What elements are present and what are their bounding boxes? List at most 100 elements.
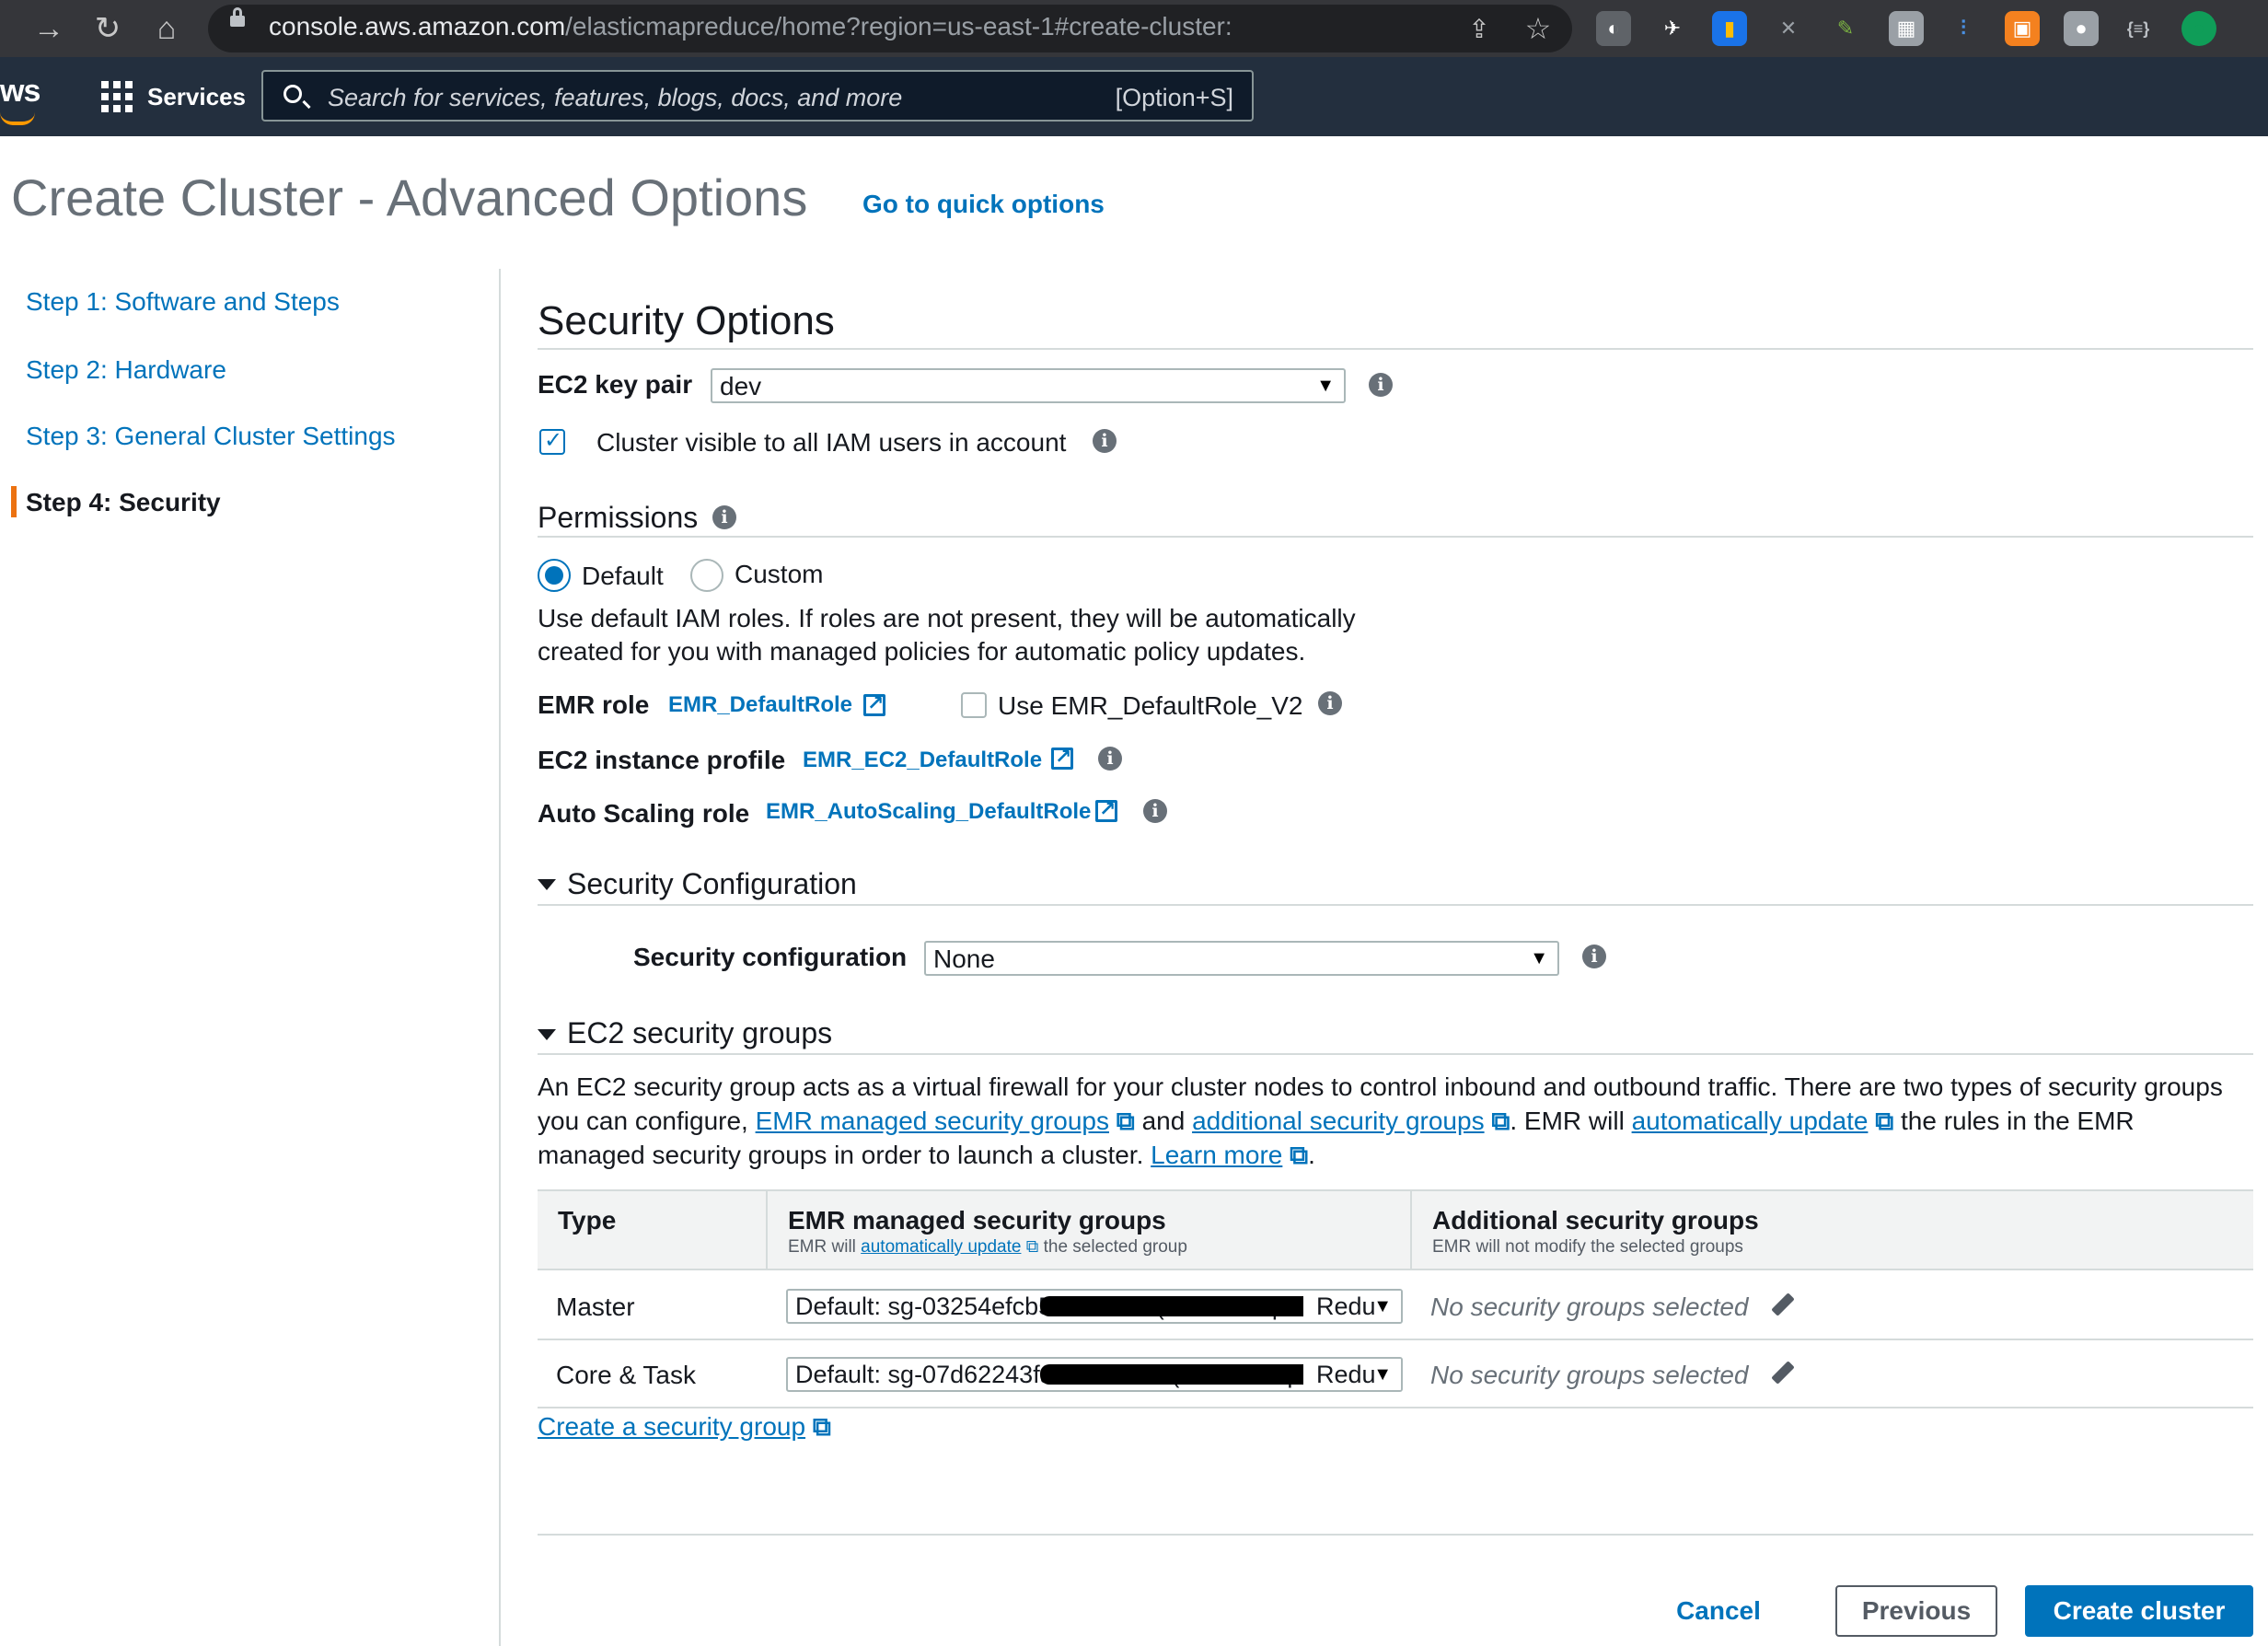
col-type-header: Type bbox=[558, 1206, 617, 1234]
divider bbox=[538, 904, 2253, 906]
create-sg-text[interactable]: Create a security group bbox=[538, 1412, 805, 1441]
ec2-key-pair-value: dev bbox=[720, 372, 762, 400]
quick-options-link[interactable]: Go to quick options bbox=[862, 190, 1105, 219]
external-link-icon[interactable]: ⧉ bbox=[1117, 1107, 1135, 1135]
para-text: the rules in the EMR bbox=[1900, 1107, 2135, 1135]
use-v2-label: Use EMR_DefaultRole_V2 bbox=[998, 691, 1303, 720]
security-configuration-select[interactable]: None ▼ bbox=[924, 941, 1559, 976]
search-input[interactable]: Search for services, features, blogs, do… bbox=[261, 70, 1254, 122]
extension-icon[interactable]: ▣ bbox=[2005, 11, 2040, 46]
create-security-group-link[interactable]: Create a security group ⧉ bbox=[538, 1412, 831, 1443]
divider bbox=[538, 1339, 2253, 1340]
cluster-visible-checkbox[interactable] bbox=[539, 427, 565, 455]
external-link-icon[interactable]: ⧉ bbox=[1491, 1107, 1510, 1135]
para-text: you can configure, bbox=[538, 1107, 748, 1135]
external-link-icon[interactable]: ⧉ bbox=[1026, 1237, 1039, 1257]
redaction-mark bbox=[1040, 1296, 1314, 1316]
create-cluster-button[interactable]: Create cluster bbox=[2025, 1585, 2253, 1637]
chevron-down-icon: ▼ bbox=[1373, 1364, 1392, 1385]
use-v2-checkbox[interactable] bbox=[961, 692, 987, 718]
redaction-mark bbox=[1040, 1364, 1314, 1385]
ec2-key-pair-select[interactable]: dev ▼ bbox=[711, 368, 1346, 403]
info-icon[interactable]: i bbox=[1318, 691, 1342, 715]
permissions-custom-radio[interactable] bbox=[690, 559, 723, 592]
learn-more-link[interactable]: Learn more bbox=[1151, 1141, 1282, 1169]
url-host: console.aws.amazon.com bbox=[269, 12, 566, 41]
ec2-key-pair-label: EC2 key pair bbox=[538, 370, 693, 399]
core-task-sg-select[interactable]: Default: sg-07d62243fa153451aa (ElasticM… bbox=[786, 1357, 1403, 1392]
permissions-default-radio[interactable] bbox=[538, 559, 571, 592]
emr-role-link[interactable]: EMR_DefaultRole bbox=[668, 692, 852, 718]
external-link-icon[interactable] bbox=[1051, 745, 1073, 770]
forward-icon[interactable]: → bbox=[26, 6, 72, 52]
emr-managed-sg-link[interactable]: EMR managed security groups bbox=[756, 1107, 1109, 1135]
extension-icon[interactable]: ◐ bbox=[1596, 11, 1631, 46]
security-configuration-value: None bbox=[933, 945, 995, 973]
additional-sg-link[interactable]: additional security groups bbox=[1192, 1107, 1485, 1135]
extension-icon[interactable]: ✎ bbox=[1828, 11, 1863, 46]
extension-icon[interactable]: ⫶ bbox=[1946, 11, 1981, 46]
lock-icon bbox=[230, 7, 245, 27]
autoscaling-role-label: Auto Scaling role bbox=[538, 799, 750, 828]
extension-icon[interactable]: ▦ bbox=[1889, 11, 1924, 46]
step-3-link[interactable]: Step 3: General Cluster Settings bbox=[26, 422, 396, 451]
security-configuration-label: Security configuration bbox=[633, 943, 908, 971]
extension-icon[interactable]: {≡} bbox=[2121, 11, 2156, 46]
external-link-icon[interactable] bbox=[863, 691, 885, 716]
extension-icon[interactable]: ✈ bbox=[1655, 11, 1690, 46]
para-line-3: managed security groups in order to laun… bbox=[538, 1138, 2268, 1172]
info-icon[interactable]: i bbox=[1143, 799, 1167, 823]
external-link-icon[interactable]: ⧉ bbox=[1875, 1107, 1893, 1135]
permissions-description-line1: Use default IAM roles. If roles are not … bbox=[538, 604, 1356, 632]
services-grid-icon[interactable] bbox=[101, 81, 133, 112]
step-1-link[interactable]: Step 1: Software and Steps bbox=[26, 287, 340, 317]
external-link-icon[interactable] bbox=[1095, 797, 1117, 822]
edit-pencil-icon[interactable] bbox=[1771, 1292, 1795, 1316]
url-text[interactable]: console.aws.amazon.com/elasticmapreduce/… bbox=[269, 12, 1232, 41]
extension-icon[interactable]: ● bbox=[2181, 11, 2216, 46]
home-icon[interactable]: ⌂ bbox=[144, 6, 190, 52]
collapse-triangle-icon[interactable] bbox=[538, 1029, 556, 1040]
divider bbox=[538, 1053, 2253, 1055]
url-path: /elasticmapreduce/home?region=us-east-1#… bbox=[565, 12, 1232, 41]
reload-icon[interactable]: ↻ bbox=[85, 6, 131, 52]
extension-icon[interactable]: ✕ bbox=[1771, 11, 1806, 46]
info-icon[interactable]: i bbox=[712, 505, 736, 529]
column-divider bbox=[1410, 1191, 1412, 1270]
services-menu[interactable]: Services bbox=[147, 83, 246, 111]
extension-icon[interactable]: ▮ bbox=[1712, 11, 1747, 46]
info-icon[interactable]: i bbox=[1582, 945, 1606, 968]
master-sg-select[interactable]: Default: sg-03254efcb57aaabaa (ElasticMa… bbox=[786, 1289, 1403, 1324]
info-icon[interactable]: i bbox=[1369, 373, 1393, 397]
ec2-security-groups-heading[interactable]: EC2 security groups bbox=[567, 1016, 832, 1050]
subtext: the selected group bbox=[1043, 1237, 1187, 1257]
auto-update-link[interactable]: automatically update bbox=[1632, 1107, 1869, 1135]
col-additional-header: Additional security groups bbox=[1432, 1206, 1759, 1234]
chevron-down-icon: ▼ bbox=[1530, 948, 1548, 968]
autoscaling-role-link[interactable]: EMR_AutoScaling_DefaultRole bbox=[766, 799, 1091, 825]
external-link-icon[interactable]: ⧉ bbox=[813, 1412, 831, 1441]
edit-pencil-icon[interactable] bbox=[1771, 1361, 1795, 1385]
master-additional-sg: No security groups selected bbox=[1430, 1292, 1749, 1321]
subtext: EMR will bbox=[788, 1237, 856, 1257]
extension-icon[interactable]: ● bbox=[2064, 11, 2099, 46]
security-configuration-heading[interactable]: Security Configuration bbox=[567, 867, 857, 901]
aws-logo[interactable]: ws bbox=[0, 74, 40, 110]
column-divider bbox=[766, 1191, 768, 1270]
step-4-link[interactable]: Step 4: Security bbox=[26, 488, 221, 517]
para-line-1: An EC2 security group acts as a virtual … bbox=[538, 1072, 2223, 1101]
cluster-visible-label: Cluster visible to all IAM users in acco… bbox=[596, 428, 1067, 457]
external-link-icon[interactable]: ⧉ bbox=[1290, 1141, 1308, 1169]
collapse-triangle-icon[interactable] bbox=[538, 879, 556, 890]
share-icon[interactable]: ⇪ bbox=[1456, 6, 1502, 52]
cancel-button[interactable]: Cancel bbox=[1657, 1585, 1780, 1637]
step-2-link[interactable]: Step 2: Hardware bbox=[26, 355, 226, 385]
bookmark-star-icon[interactable]: ☆ bbox=[1515, 6, 1561, 52]
permissions-default-label: Default bbox=[582, 562, 664, 590]
info-icon[interactable]: i bbox=[1098, 747, 1122, 771]
previous-button[interactable]: Previous bbox=[1835, 1585, 1997, 1637]
auto-update-link[interactable]: automatically update bbox=[861, 1237, 1021, 1257]
active-step-indicator bbox=[11, 486, 17, 517]
info-icon[interactable]: i bbox=[1093, 429, 1117, 453]
instance-profile-link[interactable]: EMR_EC2_DefaultRole bbox=[803, 748, 1042, 773]
